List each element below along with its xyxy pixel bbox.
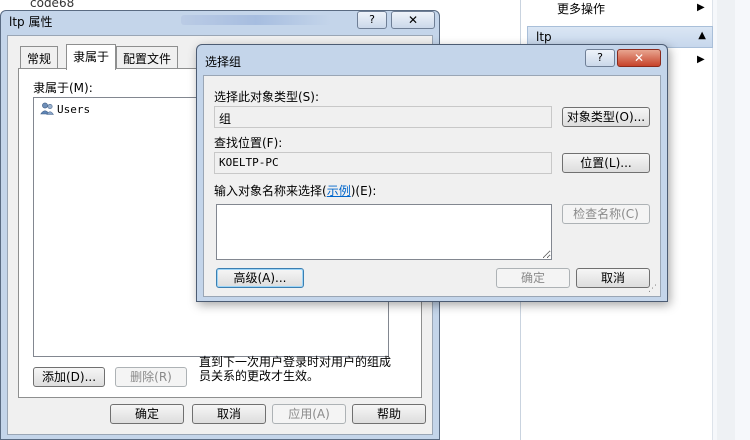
member-of-label: 隶属于(M): (33, 81, 93, 95)
help-button[interactable]: ? (357, 11, 387, 29)
object-type-field: 组 (214, 106, 552, 128)
add-button[interactable]: 添加(D)... (33, 367, 105, 387)
cancel-button[interactable]: 取消 (192, 404, 266, 424)
examples-link[interactable]: 示例 (327, 184, 351, 198)
object-type-label: 选择此对象类型(S): (214, 90, 320, 104)
dialog-title: 选择组 (205, 55, 242, 69)
submenu-arrow-icon: ▶ (697, 54, 705, 65)
membership-note: 直到下一次用户登录时对用户的组成员关系的更改才生效。 (199, 355, 392, 383)
action-label: 更多操作 (557, 2, 606, 16)
scrollbar[interactable] (717, 0, 735, 440)
background-window-title: code68 (30, 0, 75, 10)
section-title: ltp (536, 30, 552, 44)
cancel-button[interactable]: 取消 (576, 268, 650, 288)
blurred-title-region (181, 15, 331, 25)
member-name: Users (57, 103, 91, 116)
close-button[interactable]: ✕ (391, 11, 435, 29)
dialog-body: 选择此对象类型(S): 组 对象类型(O)... 查找位置(F): KOELTP… (203, 75, 661, 297)
location-label: 查找位置(F): (214, 136, 283, 150)
group-icon (40, 102, 54, 115)
tab-general[interactable]: 常规 (20, 46, 59, 68)
ok-button[interactable]: 确定 (110, 404, 184, 424)
remove-button[interactable]: 删除(R) (115, 367, 187, 387)
list-item[interactable]: Users (40, 102, 90, 116)
action-more-operations[interactable]: 更多操作 (557, 0, 605, 17)
ok-button[interactable]: 确定 (496, 268, 570, 288)
help-text-button[interactable]: 帮助 (352, 404, 426, 424)
check-names-button[interactable]: 检查名称(C) (562, 204, 650, 224)
object-names-input[interactable] (216, 204, 552, 260)
tab-profile[interactable]: 配置文件 (116, 46, 179, 68)
resize-grip-icon[interactable]: ⋰ (648, 284, 658, 294)
dialog-title: ltp 属性 (9, 15, 53, 29)
tab-member-of[interactable]: 隶属于 (66, 44, 117, 70)
submenu-arrow-icon: ▶ (697, 2, 705, 13)
close-button[interactable]: ✕ (617, 49, 661, 67)
label-prefix: 输入对象名称来选择( (214, 184, 327, 198)
apply-button[interactable]: 应用(A) (272, 404, 346, 424)
label-suffix: )(E): (350, 184, 377, 198)
location-field: KOELTP-PC (214, 152, 552, 174)
help-button[interactable]: ? (585, 49, 615, 67)
object-types-button[interactable]: 对象类型(O)... (562, 107, 650, 127)
advanced-button[interactable]: 高级(A)... (216, 268, 304, 288)
locations-button[interactable]: 位置(L)... (562, 153, 650, 173)
collapse-arrow-icon: ▲ (698, 30, 706, 41)
select-group-dialog: 选择组 ? ✕ 选择此对象类型(S): 组 对象类型(O)... 查找位置(F)… (196, 44, 668, 302)
object-names-label: 输入对象名称来选择(示例)(E): (214, 182, 376, 199)
